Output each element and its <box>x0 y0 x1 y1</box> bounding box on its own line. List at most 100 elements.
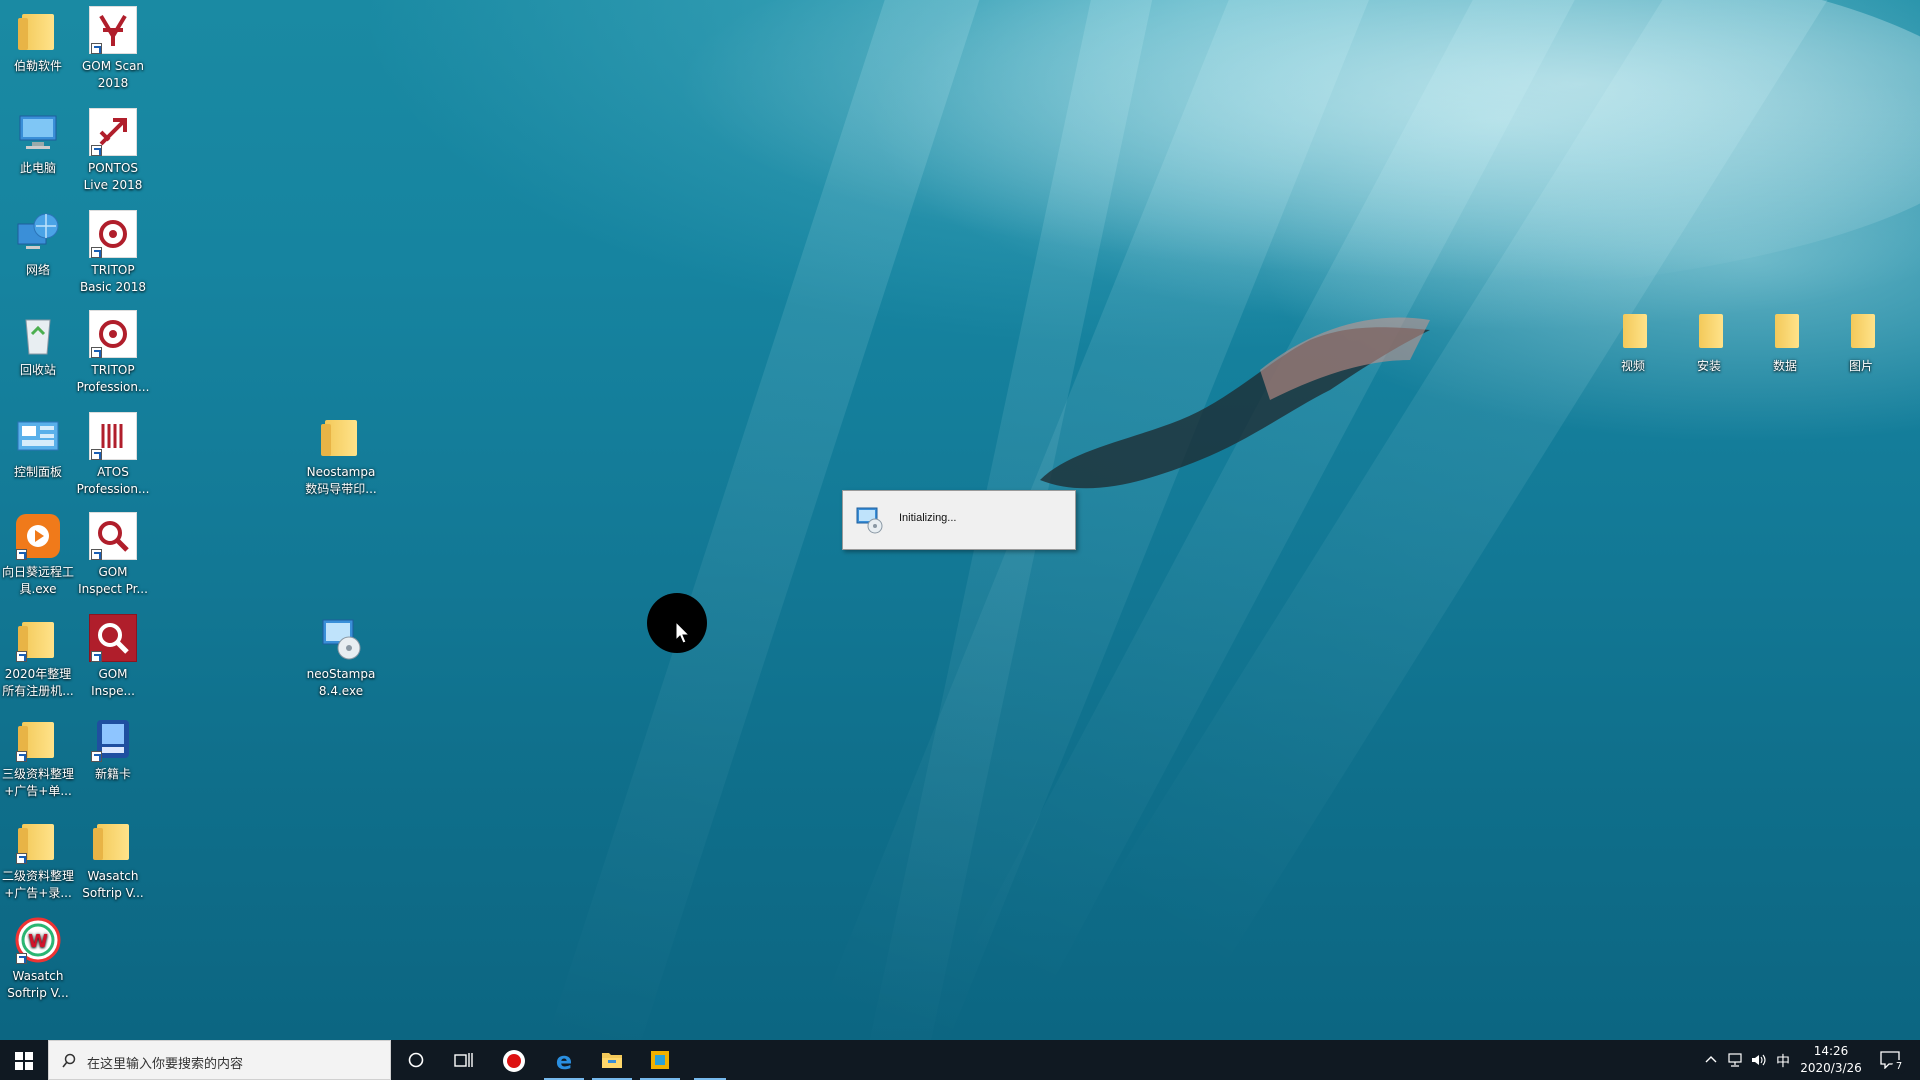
show-hidden-icons-button[interactable] <box>1700 1040 1722 1080</box>
cortana-button[interactable] <box>392 1040 440 1080</box>
taskbar-edge-app[interactable]: e <box>540 1040 588 1080</box>
icon-label: 回收站 <box>19 363 56 377</box>
speaker-icon <box>1752 1054 1766 1066</box>
icon-label: 此电脑 <box>19 161 56 175</box>
icon-label: 2020年整理 所有注册机... <box>2 667 74 698</box>
file-explorer-icon <box>602 1053 622 1068</box>
action-center-button[interactable]: 7 <box>1870 1040 1914 1080</box>
shortcut-arrow-icon <box>91 751 102 762</box>
wasatch-folder[interactable]: Wasatch Softrip V... <box>75 816 151 902</box>
taskbar: 在这里输入你要搜索的内容 e 中 14:26 2020/3/26 7 <box>0 1040 1920 1080</box>
icon-label: 安装 <box>1696 359 1721 373</box>
sunlogin[interactable]: 向日葵远程工 具.exe <box>0 512 76 598</box>
taskbar-active-app[interactable] <box>690 1040 730 1080</box>
volume-tray-button[interactable] <box>1748 1040 1770 1080</box>
icon-label: Neostampa 数码导带印... <box>305 465 377 496</box>
icon-label: 三级资料整理 +广告+单... <box>1 767 74 798</box>
neostampa-exe[interactable]: neoStampa 8.4.exe <box>303 614 379 700</box>
recycle-bin-icon <box>25 319 51 355</box>
folder-level2[interactable]: 二级资料整理 +广告+录... <box>0 816 76 902</box>
card-app[interactable]: 新籍卡 <box>75 714 151 783</box>
network-tray-button[interactable] <box>1724 1040 1746 1080</box>
recycle-bin[interactable]: 回收站 <box>0 310 76 379</box>
svg-text:W: W <box>28 931 48 952</box>
icon-label: 数据 <box>1772 359 1797 373</box>
shortcut-arrow-icon <box>16 549 27 560</box>
control-panel[interactable]: 控制面板 <box>0 412 76 481</box>
icon-label: ATOS Profession... <box>76 465 150 496</box>
tritop-basic[interactable]: TRITOP Basic 2018 <box>75 210 151 296</box>
folder-pictures[interactable]: 图片 <box>1823 310 1899 375</box>
notification-count-badge: 7 <box>1892 1060 1906 1074</box>
shortcut-arrow-icon <box>16 651 27 662</box>
clock-date: 2020/3/26 <box>1800 1061 1862 1075</box>
network-icon <box>17 213 59 249</box>
installer-icon <box>322 619 361 660</box>
icon-label: 新籍卡 <box>94 767 131 781</box>
cortana-circle-icon <box>408 1052 424 1068</box>
shortcut-arrow-icon <box>16 751 27 762</box>
installer-icon <box>856 507 883 534</box>
svg-text:e: e <box>556 1048 572 1072</box>
shortcut-arrow-icon <box>91 651 102 662</box>
folder-data[interactable]: 数据 <box>1747 310 1823 375</box>
input-method-button[interactable]: 中 <box>1772 1040 1794 1080</box>
folder-install[interactable]: 安装 <box>1671 310 1747 375</box>
icon-label: Wasatch Softrip V... <box>82 869 144 900</box>
gom-inspe[interactable]: GOM Inspe... <box>75 614 151 700</box>
clock-time: 14:26 <box>1813 1044 1849 1058</box>
icon-label: 二级资料整理 +广告+录... <box>1 869 74 900</box>
atos[interactable]: ATOS Profession... <box>75 412 151 498</box>
clock-button[interactable]: 14:26 2020/3/26 <box>1796 1040 1866 1080</box>
dialog-status-text: Initializing... <box>899 512 957 524</box>
task-view-button[interactable] <box>440 1040 488 1080</box>
task-view-icon <box>454 1053 473 1067</box>
taskbar-explorer-app[interactable] <box>588 1040 636 1080</box>
icon-label: 向日葵远程工 具.exe <box>1 565 74 596</box>
icon-label: neoStampa 8.4.exe <box>306 667 376 698</box>
taskbar-recorder-app[interactable] <box>490 1040 538 1080</box>
edge-icon: e <box>556 1048 572 1072</box>
icon-label: GOM Inspe... <box>91 667 135 698</box>
pontos[interactable]: PONTOS Live 2018 <box>75 108 151 194</box>
icon-label: 网络 <box>25 263 50 277</box>
wasatch-app[interactable]: W Wasatch Softrip V... <box>0 916 76 1002</box>
chevron-up-icon <box>1705 1056 1717 1063</box>
diver-silhouette <box>1040 317 1430 489</box>
windows-logo-icon <box>15 1052 33 1070</box>
folder-bole[interactable]: 伯勒软件 <box>0 6 76 75</box>
network[interactable]: 网络 <box>0 210 76 279</box>
taskbar-store-app[interactable] <box>636 1040 684 1080</box>
gom-inspect-pr[interactable]: GOM Inspect Pr... <box>75 512 151 598</box>
icon-label: TRITOP Basic 2018 <box>79 263 147 294</box>
mouse-pointer-icon <box>675 621 691 644</box>
icon-label: PONTOS Live 2018 <box>83 161 143 192</box>
search-placeholder: 在这里输入你要搜索的内容 <box>87 1057 244 1072</box>
record-icon <box>503 1050 525 1072</box>
search-icon <box>62 1053 76 1068</box>
shortcut-arrow-icon <box>16 853 27 864</box>
network-wired-icon <box>1728 1053 1742 1067</box>
app-window-icon <box>651 1051 669 1069</box>
icon-label: TRITOP Profession... <box>76 363 150 394</box>
this-pc-icon <box>19 115 57 149</box>
start-button[interactable] <box>0 1040 48 1080</box>
control-panel-icon <box>17 421 59 451</box>
shortcut-arrow-icon <box>91 449 102 460</box>
desktop-background: 伯勒软件 此电脑 网络 回收站 控制面板 向日葵远程工 具.exe 2020年整… <box>0 0 1920 1040</box>
gom-scan[interactable]: GOM Scan 2018 <box>75 6 151 92</box>
taskbar-search-box[interactable]: 在这里输入你要搜索的内容 <box>48 1040 391 1080</box>
neostampa-folder[interactable]: Neostampa 数码导带印... <box>303 412 379 498</box>
folder-video[interactable]: 视频 <box>1595 310 1671 375</box>
initializing-dialog: Initializing... <box>842 490 1076 550</box>
icon-label: 伯勒软件 <box>13 59 62 73</box>
folder-2020[interactable]: 2020年整理 所有注册机... <box>0 614 76 700</box>
shortcut-arrow-icon <box>16 953 27 964</box>
icon-label: GOM Inspect Pr... <box>78 565 148 596</box>
icon-label: 图片 <box>1848 359 1873 373</box>
tritop-pro[interactable]: TRITOP Profession... <box>75 310 151 396</box>
icon-label: 视频 <box>1620 359 1645 373</box>
this-pc[interactable]: 此电脑 <box>0 108 76 177</box>
shortcut-arrow-icon <box>91 347 102 358</box>
folder-level3[interactable]: 三级资料整理 +广告+单... <box>0 714 76 800</box>
